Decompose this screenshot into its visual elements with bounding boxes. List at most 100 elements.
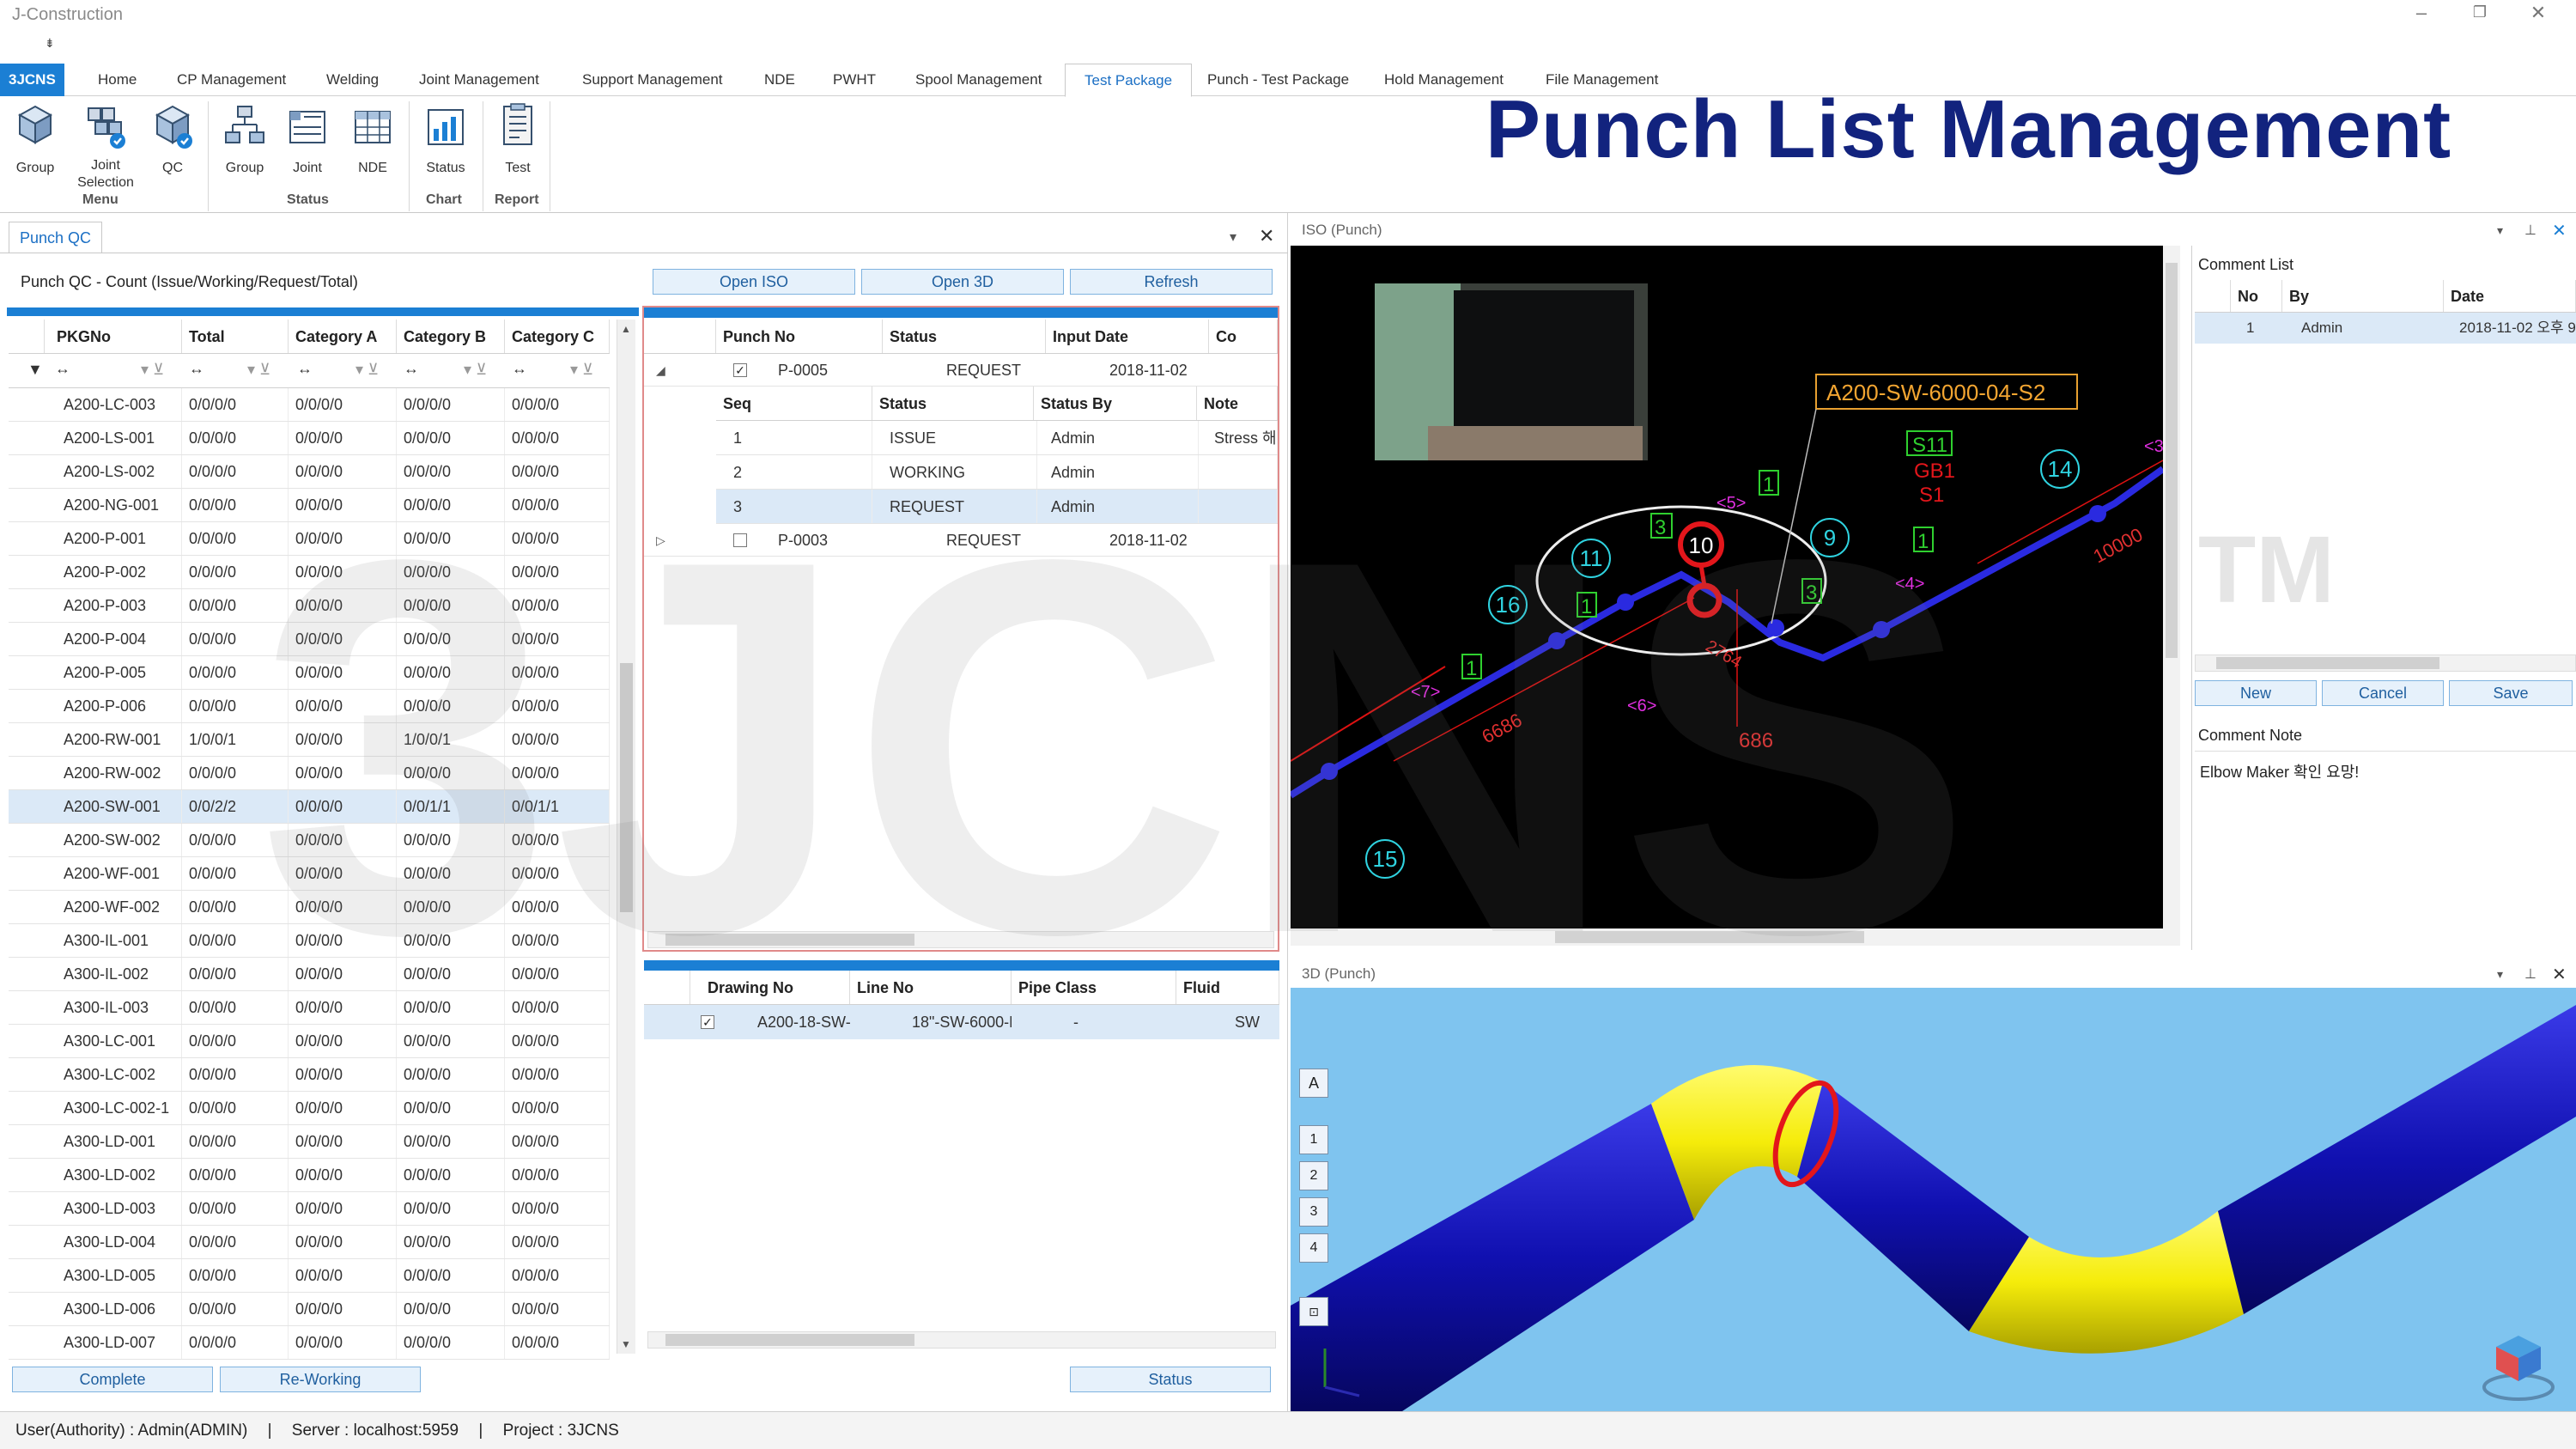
view3d-canvas[interactable]: A 1 2 3 4 ⊡	[1291, 988, 2576, 1411]
filter-operator-icon[interactable]: ↔	[512, 360, 527, 378]
iso-hscroll[interactable]	[1291, 928, 2180, 946]
col-input-date[interactable]: Input Date	[1046, 320, 1209, 353]
drawings-grid-hscroll[interactable]	[647, 1331, 1276, 1349]
table-row[interactable]: A200-NG-001 0/0/0/0 0/0/0/0 0/0/0/0 0/0/0/0	[9, 489, 610, 522]
filter-icon[interactable]: ▼	[27, 361, 43, 379]
clear-filter-icon[interactable]: ▾ ⊻	[464, 361, 487, 379]
table-row[interactable]: A300-LD-004 0/0/0/0 0/0/0/0 0/0/0/0 0/0/0/0	[9, 1226, 610, 1259]
table-row[interactable]: A200-WF-002 0/0/0/0 0/0/0/0 0/0/0/0 0/0/0/0	[9, 891, 610, 924]
panel-close-icon[interactable]: ✕	[2552, 964, 2567, 985]
filter-operator-icon[interactable]: ↔	[189, 360, 204, 378]
table-row[interactable]: A300-LD-006 0/0/0/0 0/0/0/0 0/0/0/0 0/0/0/0	[9, 1293, 610, 1326]
col-status-by[interactable]: Status By	[1034, 387, 1197, 420]
punch-detail-row[interactable]: 2 WORKING Admin	[716, 455, 1278, 490]
col-line-no[interactable]: Line No	[850, 971, 1012, 1004]
punch-detail-row[interactable]: 3 REQUEST Admin	[716, 490, 1278, 524]
status-chart-button[interactable]: Status	[417, 103, 474, 176]
status-nde-button[interactable]: NDE	[347, 103, 398, 176]
complete-button[interactable]: Complete	[12, 1367, 213, 1392]
filter-operator-icon[interactable]: ↔	[297, 360, 313, 378]
group-button[interactable]: Group	[7, 103, 64, 176]
tab-welding[interactable]: Welding	[307, 64, 398, 96]
tab-punch-test-package[interactable]: Punch - Test Package	[1188, 64, 1368, 96]
scrollbar-thumb[interactable]	[1555, 931, 1864, 943]
table-row[interactable]: A200-SW-001 0/0/2/2 0/0/0/0 0/0/1/1 0/0/1/1	[9, 790, 610, 824]
tab-joint-management[interactable]: Joint Management	[400, 64, 558, 96]
new-comment-button[interactable]: New	[2195, 680, 2317, 706]
col-drawing-no[interactable]: Drawing No	[690, 971, 850, 1004]
open-3d-button[interactable]: Open 3D	[861, 269, 1064, 295]
tab-spool-management[interactable]: Spool Management	[896, 64, 1060, 96]
col-comment-date[interactable]: Date	[2444, 280, 2576, 312]
panel-close-icon[interactable]: ✕	[1259, 225, 1274, 247]
save-comment-button[interactable]: Save	[2449, 680, 2573, 706]
col-pipe-class[interactable]: Pipe Class	[1012, 971, 1176, 1004]
scrollbar-thumb[interactable]	[665, 1334, 914, 1346]
col-seq[interactable]: Seq	[716, 387, 872, 420]
comment-row[interactable]: 1 Admin 2018-11-02 오후 9	[2195, 313, 2576, 344]
table-row[interactable]: A300-IL-002 0/0/0/0 0/0/0/0 0/0/0/0 0/0/0/0	[9, 958, 610, 991]
table-row[interactable]: A200-RW-001 1/0/0/1 0/0/0/0 1/0/0/1 0/0/0/0	[9, 723, 610, 757]
table-row[interactable]: A200-RW-002 0/0/0/0 0/0/0/0 0/0/0/0 0/0/0/0	[9, 757, 610, 790]
scroll-up-icon[interactable]: ▲	[621, 323, 631, 335]
panel-menu-icon[interactable]: ▾	[2497, 223, 2503, 238]
col-category-c[interactable]: Category C	[505, 320, 610, 353]
clear-filter-icon[interactable]: ▾ ⊻	[355, 361, 379, 379]
scrollbar-thumb[interactable]	[620, 663, 633, 912]
scrollbar-thumb[interactable]	[2166, 263, 2178, 658]
col-comment-by[interactable]: By	[2282, 280, 2444, 312]
quick-access-icon[interactable]: ⇟	[45, 36, 55, 51]
filter-operator-icon[interactable]: ↔	[55, 360, 70, 378]
status-joint-button[interactable]: Joint	[282, 103, 333, 176]
qc-button[interactable]: QC	[144, 103, 201, 176]
clear-filter-icon[interactable]: ▾ ⊻	[570, 361, 593, 379]
table-row[interactable]: A300-LD-001 0/0/0/0 0/0/0/0 0/0/0/0 0/0/0/0	[9, 1125, 610, 1159]
table-row[interactable]: A200-P-004 0/0/0/0 0/0/0/0 0/0/0/0 0/0/0/0	[9, 623, 610, 656]
minimize-button[interactable]: –	[2404, 2, 2439, 24]
col-total[interactable]: Total	[182, 320, 289, 353]
tab-home[interactable]: Home	[79, 64, 155, 96]
tab-cp-management[interactable]: CP Management	[158, 64, 305, 96]
table-row[interactable]: A200-SW-002 0/0/0/0 0/0/0/0 0/0/0/0 0/0/0/0	[9, 824, 610, 857]
table-row[interactable]: A300-LC-002-1 0/0/0/0 0/0/0/0 0/0/0/0 0/0/0/…	[9, 1092, 610, 1125]
table-row[interactable]: A200-P-002 0/0/0/0 0/0/0/0 0/0/0/0 0/0/0/0	[9, 556, 610, 589]
joint-selection-button[interactable]: Joint Selection	[74, 103, 137, 192]
status-button[interactable]: Status	[1070, 1367, 1271, 1392]
drawing-row[interactable]: ✓ A200-18-SW-6000- 18"-SW-6000-HA1 - SW	[644, 1005, 1279, 1039]
view-tool-icon[interactable]: 4	[1299, 1233, 1328, 1263]
table-row[interactable]: A200-LC-003 0/0/0/0 0/0/0/0 0/0/0/0 0/0/0/0	[9, 388, 610, 422]
tab-punch-qc[interactable]: Punch QC	[9, 222, 103, 253]
col-fluid[interactable]: Fluid	[1176, 971, 1279, 1004]
col-punch-no[interactable]: Punch No	[716, 320, 883, 353]
nav-cube-icon[interactable]	[2482, 1336, 2555, 1401]
table-row[interactable]: A200-P-006 0/0/0/0 0/0/0/0 0/0/0/0 0/0/0/0	[9, 690, 610, 723]
tab-support-management[interactable]: Support Management	[563, 64, 742, 96]
scrollbar-thumb[interactable]	[665, 934, 914, 946]
view-tool-icon[interactable]: 3	[1299, 1197, 1328, 1227]
col-category-b[interactable]: Category B	[397, 320, 505, 353]
collapse-icon[interactable]: ◢	[656, 354, 665, 387]
iso-vscroll[interactable]	[2163, 246, 2180, 928]
pin-icon[interactable]: ⊥	[2524, 222, 2537, 239]
table-row[interactable]: A300-LC-002 0/0/0/0 0/0/0/0 0/0/0/0 0/0/0/0	[9, 1058, 610, 1092]
table-row[interactable]: A300-LD-005 0/0/0/0 0/0/0/0 0/0/0/0 0/0/0/0	[9, 1259, 610, 1293]
tab-3jcns[interactable]: 3JCNS	[0, 64, 64, 96]
restore-button[interactable]: ❐	[2463, 3, 2497, 21]
table-row[interactable]: A300-IL-003 0/0/0/0 0/0/0/0 0/0/0/0 0/0/0/0	[9, 991, 610, 1025]
comment-hscroll[interactable]	[2195, 654, 2576, 672]
table-row[interactable]: A200-LS-001 0/0/0/0 0/0/0/0 0/0/0/0 0/0/0/0	[9, 422, 610, 455]
filter-operator-icon[interactable]: ↔	[404, 360, 419, 378]
expand-icon[interactable]: ▷	[656, 524, 665, 557]
panel-menu-icon[interactable]: ▾	[2497, 967, 2503, 982]
table-row[interactable]: A200-P-001 0/0/0/0 0/0/0/0 0/0/0/0 0/0/0/0	[9, 522, 610, 556]
punch-detail-row[interactable]: 1 ISSUE Admin Stress 해	[716, 421, 1278, 455]
reworking-button[interactable]: Re-Working	[220, 1367, 421, 1392]
view-tool-icon[interactable]: 2	[1299, 1161, 1328, 1190]
col-note[interactable]: Note	[1197, 387, 1278, 420]
scrollbar-thumb[interactable]	[2216, 657, 2439, 669]
row-checkbox[interactable]: ✓	[701, 1015, 714, 1029]
test-report-button[interactable]: Test	[491, 103, 544, 176]
scroll-down-icon[interactable]: ▼	[621, 1338, 631, 1350]
tab-nde[interactable]: NDE	[745, 64, 814, 96]
comment-note-field[interactable]: Elbow Maker 확인 요망!	[2195, 751, 2576, 950]
